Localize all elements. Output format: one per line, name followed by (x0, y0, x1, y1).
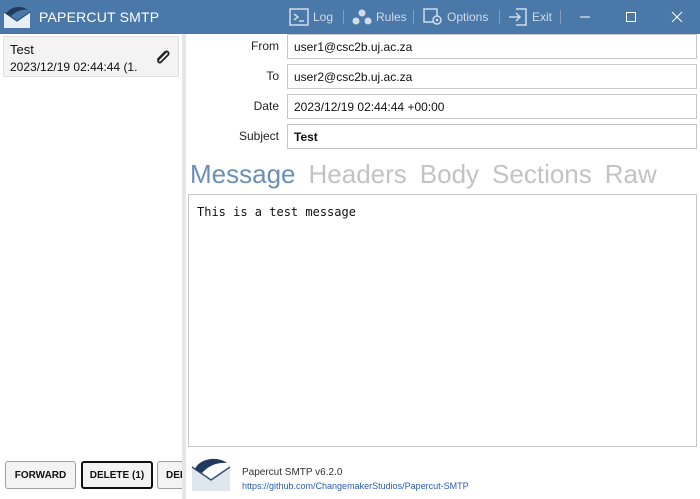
attachment-icon (157, 50, 170, 64)
close-icon (671, 11, 683, 23)
date-field[interactable]: 2023/12/19 02:44:44 +00:00 (287, 94, 697, 119)
subject-field[interactable]: Test (287, 124, 697, 149)
to-label: To (266, 69, 279, 83)
message-body-text: This is a test message (197, 205, 356, 219)
terminal-icon (289, 8, 309, 26)
toolbar-separator (499, 10, 500, 24)
rules-icon (352, 9, 372, 25)
from-field[interactable]: user1@csc2b.uj.ac.za (287, 34, 697, 59)
from-label: From (251, 39, 279, 53)
message-list-item[interactable]: Test 2023/12/19 02:44:44 (1. (3, 36, 179, 77)
tab-headers[interactable]: Headers (309, 157, 407, 191)
toolbar-log-label: Log (313, 10, 334, 24)
tab-body[interactable]: Body (420, 157, 479, 191)
options-icon (423, 8, 442, 25)
maximize-button[interactable] (608, 0, 654, 34)
delete-all-button[interactable]: DELETE ALL (157, 461, 182, 489)
message-tabs: Message Headers Body Sections Raw (190, 157, 670, 191)
papercut-logo-icon (191, 458, 231, 491)
toolbar-separator (343, 10, 344, 24)
app-title: PAPERCUT SMTP (39, 9, 160, 25)
footer-link[interactable]: https://github.com/ChangemakerStudios/Pa… (242, 481, 469, 491)
message-date: 2023/12/19 02:44:44 (1. (10, 60, 138, 74)
toolbar-rules-label: Rules (376, 10, 407, 24)
toolbar-exit-label: Exit (532, 10, 553, 24)
toolbar-rules-button[interactable]: Rules (352, 6, 407, 28)
message-subject: Test (10, 42, 34, 57)
toolbar-options-button[interactable]: Options (423, 6, 488, 28)
to-field[interactable]: user2@csc2b.uj.ac.za (287, 64, 697, 89)
tab-message[interactable]: Message (190, 157, 296, 191)
close-button[interactable] (654, 0, 700, 34)
minimize-icon (580, 16, 590, 18)
title-bar: PAPERCUT SMTP Log Rules Options Exit (0, 0, 700, 34)
maximize-icon (626, 12, 636, 22)
footer-version: Papercut SMTP v6.2.0 (242, 467, 343, 478)
subject-label: Subject (238, 129, 279, 143)
toolbar-options-label: Options (447, 10, 489, 24)
delete-button[interactable]: DELETE (1) (81, 461, 153, 489)
panel-splitter[interactable] (182, 34, 186, 499)
message-body-area[interactable]: This is a test message (188, 194, 697, 447)
tab-sections[interactable]: Sections (492, 157, 592, 191)
minimize-button[interactable] (562, 0, 608, 34)
toolbar-separator (413, 10, 414, 24)
toolbar-exit-button[interactable]: Exit (508, 6, 552, 28)
toolbar-separator (560, 10, 561, 24)
forward-button[interactable]: FORWARD (5, 461, 76, 489)
exit-icon (509, 8, 527, 26)
toolbar-log-button[interactable]: Log (289, 6, 333, 28)
message-list-panel: Test 2023/12/19 02:44:44 (1. FORWARD DEL… (0, 34, 182, 499)
papercut-logo-icon (3, 6, 31, 28)
date-label: Date (253, 99, 279, 113)
tab-raw[interactable]: Raw (605, 157, 657, 191)
